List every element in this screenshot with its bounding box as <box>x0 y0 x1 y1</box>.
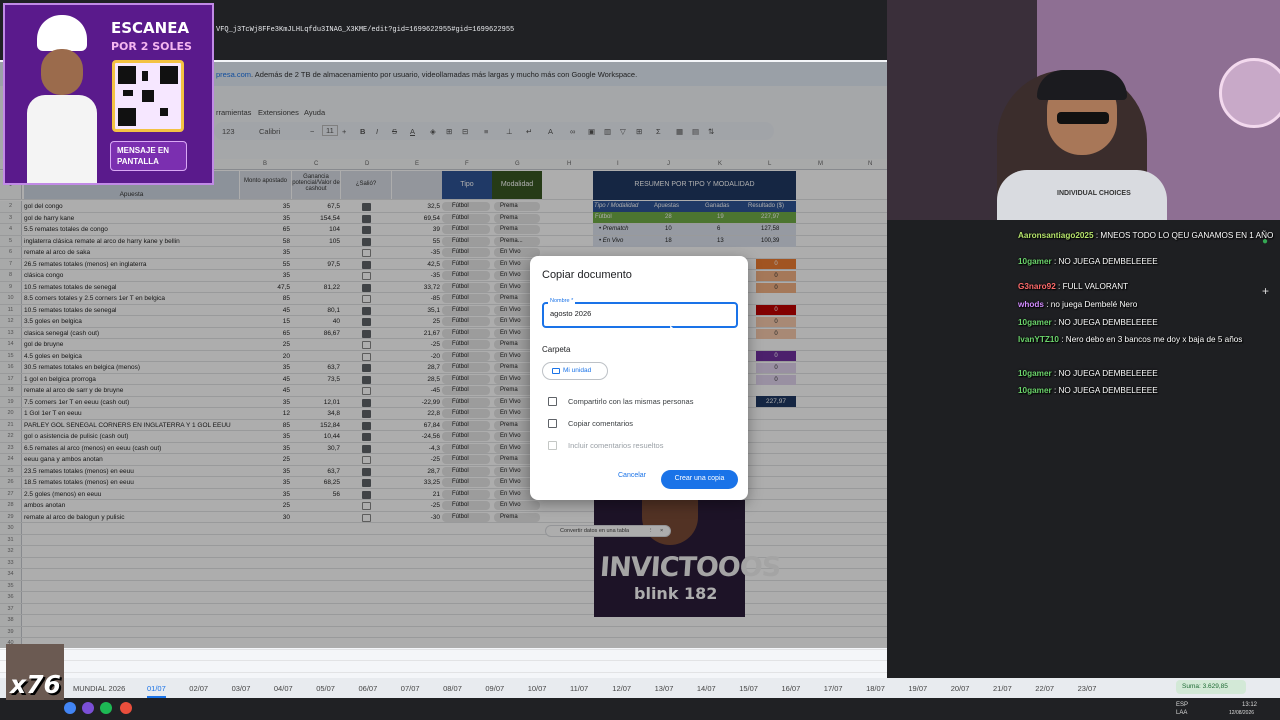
chrome-icon[interactable] <box>64 702 76 714</box>
sheet-tab[interactable]: 05/07 <box>316 684 335 693</box>
chat-message: whods : no juega Dembelé Nero <box>1018 300 1138 309</box>
chat-username[interactable]: Aaronsantiago2025 <box>1018 231 1094 240</box>
chat-username[interactable]: 10gamer <box>1018 257 1052 266</box>
sheet-tab[interactable]: 10/07 <box>528 684 547 693</box>
sheet-tab[interactable]: 23/07 <box>1078 684 1097 693</box>
name-field[interactable] <box>542 302 738 328</box>
spotify-icon[interactable] <box>100 702 112 714</box>
sheet-tab[interactable]: 12/07 <box>612 684 631 693</box>
chat-text: NO JUEGA DEMBELEEEE <box>1058 386 1158 395</box>
obs-icon[interactable] <box>120 702 132 714</box>
chat-message: 10gamer : NO JUEGA DEMBELEEEE <box>1018 257 1158 266</box>
webcam-feed: INDIVIDUAL CHOICES <box>887 0 1280 220</box>
chat-text: FULL VALORANT <box>1062 282 1129 291</box>
promo-subtitle: POR 2 SOLES <box>111 40 192 53</box>
chat-text: NO JUEGA DEMBELEEEE <box>1058 369 1158 378</box>
sheet-tabs-bar: MUNDIAL 2026 01/07 02/07 03/07 04/07 05/07 06/… <box>0 678 1280 698</box>
tray-date[interactable]: 12/08/2026 <box>1229 710 1254 716</box>
sheet-tab[interactable]: 15/07 <box>739 684 758 693</box>
share-checkbox[interactable] <box>548 397 557 406</box>
folder-button[interactable]: Mi unidad <box>542 362 608 380</box>
folder-icon <box>552 368 560 374</box>
tray-lang[interactable]: ESP <box>1176 702 1188 708</box>
os-taskbar: ESP LAA 13:12 12/08/2026 <box>0 698 1280 720</box>
sheet-tab[interactable]: 04/07 <box>274 684 293 693</box>
cancel-button[interactable]: Cancelar <box>618 472 646 479</box>
chat-message: G3naro92 : FULL VALORANT <box>1018 282 1129 291</box>
tray-region[interactable]: LAA <box>1176 710 1187 716</box>
stream-chat: Aaronsantiago2025 : MNEOS TODO LO QEU GA… <box>1010 226 1280 406</box>
tray-time[interactable]: 13:12 <box>1242 702 1257 708</box>
url-text[interactable]: VFQ_j3TcWj8FFe3KmJLHLqfdu3INAG_X3KME/edi… <box>216 26 514 34</box>
sheet-tab[interactable]: 18/07 <box>866 684 885 693</box>
promo-message-button: MENSAJE EN PANTALLA <box>110 141 187 171</box>
chat-text: NO JUEGA DEMBELEEEE <box>1058 257 1158 266</box>
app-icon[interactable] <box>82 702 94 714</box>
sheet-tab[interactable]: 14/07 <box>697 684 716 693</box>
qr-promo-overlay: ESCANEA POR 2 SOLES MENSAJE EN PANTALLA <box>3 3 214 185</box>
sheet-tab[interactable]: 17/07 <box>824 684 843 693</box>
side-rail: ● + <box>1256 236 1276 306</box>
chat-text: MNEOS TODO LO QEU GANAMOS EN 1 AÑO <box>1100 231 1274 240</box>
share-label: Compartirlo con las mismas personas <box>568 397 694 406</box>
chat-username[interactable]: 10gamer <box>1018 369 1052 378</box>
chat-message: IvanYTZ10 : Nero debo en 3 bancos me doy… <box>1018 335 1243 344</box>
name-field-label: Nombre * <box>548 298 576 304</box>
add-icon[interactable]: + <box>1262 284 1269 298</box>
sheet-tab[interactable]: 19/07 <box>908 684 927 693</box>
chat-username[interactable]: IvanYTZ10 <box>1018 335 1059 344</box>
chef-illustration <box>27 15 97 183</box>
sheet-tab[interactable]: 20/07 <box>951 684 970 693</box>
sheet-tab[interactable]: 02/07 <box>189 684 208 693</box>
emote-badge: x76 <box>6 644 64 700</box>
chat-message: 10gamer : NO JUEGA DEMBELEEEE <box>1018 369 1158 378</box>
sheet-tab[interactable]: 22/07 <box>1035 684 1054 693</box>
emote-badge-text: x76 <box>10 670 61 699</box>
sheet-tab[interactable]: 16/07 <box>782 684 801 693</box>
copy-document-dialog: Copiar documento Nombre * Carpeta Mi uni… <box>530 256 748 500</box>
maps-icon[interactable]: ● <box>1262 236 1268 247</box>
chat-username[interactable]: 10gamer <box>1018 318 1052 327</box>
promo-title: ESCANEA <box>111 19 190 37</box>
shirt-text: INDIVIDUAL CHOICES <box>1057 190 1131 197</box>
sheet-tab[interactable]: 09/07 <box>485 684 504 693</box>
sheet-tab[interactable]: 06/07 <box>359 684 378 693</box>
chat-username[interactable]: 10gamer <box>1018 386 1052 395</box>
chat-message: Aaronsantiago2025 : MNEOS TODO LO QEU GA… <box>1018 231 1274 240</box>
resolved-checkbox <box>548 441 557 450</box>
sheet-tab[interactable]: 11/07 <box>570 684 588 693</box>
dialog-title: Copiar documento <box>542 269 632 281</box>
sum-indicator[interactable]: Suma: 3.629,85 <box>1176 680 1246 694</box>
resolved-label: Incluir comentarios resueltos <box>568 441 664 450</box>
chat-message: 10gamer : NO JUEGA DEMBELEEEE <box>1018 386 1158 395</box>
comments-checkbox[interactable] <box>548 419 557 428</box>
comments-label: Copiar comentarios <box>568 419 634 428</box>
create-copy-button[interactable]: Crear una copia <box>661 470 738 489</box>
sheet-tab[interactable]: 08/07 <box>443 684 462 693</box>
sheet-tab[interactable]: 13/07 <box>655 684 674 693</box>
chat-text: Nero debo en 3 bancos me doy x baja de 5… <box>1065 335 1243 344</box>
chat-text: no juega Dembelé Nero <box>1050 300 1138 309</box>
empty-row[interactable]: 41 <box>0 649 887 661</box>
qr-code <box>112 60 184 132</box>
screen: { "browser": { "url": "VFQ_j3TcWj8FFe3Km… <box>0 0 1280 720</box>
name-input[interactable] <box>550 309 730 318</box>
chat-text: NO JUEGA DEMBELEEEE <box>1058 318 1158 327</box>
sheet-tab[interactable]: 01/07 <box>147 684 166 698</box>
sheet-tab[interactable]: 07/07 <box>401 684 420 693</box>
folder-button-label: Mi unidad <box>563 367 592 374</box>
sheet-tab[interactable]: 21/07 <box>993 684 1012 693</box>
empty-row[interactable]: 42 <box>0 661 887 673</box>
chat-username[interactable]: G3naro92 <box>1018 282 1056 291</box>
sheet-tab[interactable]: 03/07 <box>232 684 251 693</box>
sheet-tab[interactable]: MUNDIAL 2026 <box>73 684 125 693</box>
chat-message: 10gamer : NO JUEGA DEMBELEEEE <box>1018 318 1158 327</box>
chat-username[interactable]: whods <box>1018 300 1044 309</box>
folder-label: Carpeta <box>542 345 571 354</box>
